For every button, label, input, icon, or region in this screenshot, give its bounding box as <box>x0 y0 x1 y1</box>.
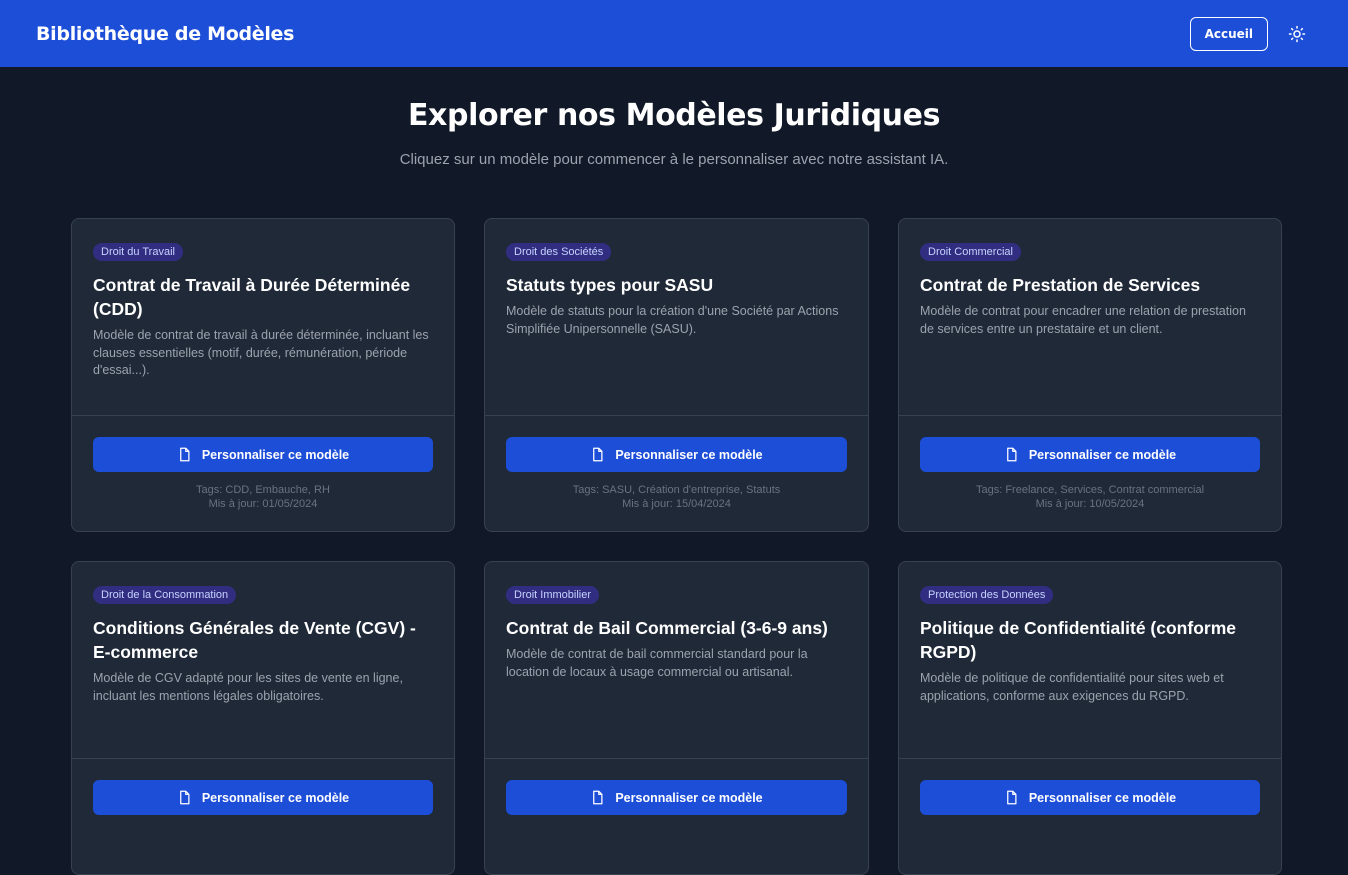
card-body: Droit de la Consommation Conditions Géné… <box>72 562 454 759</box>
card-footer: Personnaliser ce modèle <box>72 759 454 815</box>
card-title: Politique de Confidentialité (conforme R… <box>920 618 1236 662</box>
card-footer: Personnaliser ce modèle <box>485 759 868 815</box>
site-brand[interactable]: Bibliothèque de Modèles <box>36 23 294 45</box>
document-icon <box>1006 790 1017 805</box>
card-footer: Personnaliser ce modèle Tags: SASU, Créa… <box>485 416 868 511</box>
customize-template-label: Personnaliser ce modèle <box>615 790 763 805</box>
card-footer: Personnaliser ce modèle Tags: CDD, Embau… <box>72 416 454 511</box>
card-title: Statuts types pour SASU <box>506 275 714 295</box>
card-description: Modèle de politique de confidentialité p… <box>920 671 1224 703</box>
card-meta: Tags: Freelance, Services, Contrat comme… <box>920 483 1260 511</box>
template-card[interactable]: Protection des Données Politique de Conf… <box>898 561 1282 875</box>
customize-template-button[interactable]: Personnaliser ce modèle <box>506 780 847 815</box>
template-card[interactable]: Droit Commercial Contrat de Prestation d… <box>898 218 1282 532</box>
theme-toggle-button[interactable] <box>1286 23 1308 45</box>
card-description: Modèle de CGV adapté pour les sites de v… <box>93 671 403 703</box>
customize-template-label: Personnaliser ce modèle <box>1028 790 1177 805</box>
document-icon <box>593 790 603 805</box>
template-card[interactable]: Droit Immobilier Contrat de Bail Commerc… <box>484 561 869 875</box>
card-title: Contrat de Prestation de Services <box>920 275 1201 295</box>
customize-template-label: Personnaliser ce modèle <box>615 447 763 462</box>
category-badge: Protection des Données <box>920 586 1054 604</box>
document-icon <box>1006 447 1017 462</box>
card-body: Protection des Données Politique de Conf… <box>899 562 1281 759</box>
document-icon <box>179 790 190 805</box>
card-updated-date: Mis à jour: 01/05/2024 <box>208 498 318 510</box>
page-title: Explorer nos Modèles Juridiques <box>407 98 941 133</box>
card-title: Contrat de Travail à Durée Déterminée (C… <box>93 275 411 319</box>
card-title: Contrat de Bail Commercial (3-6-9 ans) <box>506 618 828 638</box>
card-updated-date: Mis à jour: 10/05/2024 <box>1035 498 1145 510</box>
category-badge: Droit de la Consommation <box>93 586 237 604</box>
card-updated-date: Mis à jour: 15/04/2024 <box>622 498 731 510</box>
template-card[interactable]: Droit de la Consommation Conditions Géné… <box>71 561 455 875</box>
header-actions: Accueil <box>1189 16 1312 51</box>
card-body: Droit Commercial Contrat de Prestation d… <box>899 219 1281 416</box>
customize-template-button[interactable]: Personnaliser ce modèle <box>93 437 433 472</box>
template-card[interactable]: Droit du Travail Contrat de Travail à Du… <box>71 218 455 532</box>
customize-template-label: Personnaliser ce modèle <box>201 447 350 462</box>
card-body: Droit Immobilier Contrat de Bail Commerc… <box>485 562 868 759</box>
customize-template-label: Personnaliser ce modèle <box>201 790 350 805</box>
card-body: Droit du Travail Contrat de Travail à Du… <box>72 219 454 416</box>
card-tags: Tags: Freelance, Services, Contrat comme… <box>975 484 1205 496</box>
document-icon <box>179 447 190 462</box>
customize-template-label: Personnaliser ce modèle <box>1028 447 1177 462</box>
card-title: Conditions Générales de Vente (CGV) - E-… <box>93 618 416 662</box>
customize-template-button[interactable]: Personnaliser ce modèle <box>93 780 433 815</box>
hero-section: Explorer nos Modèles Juridiques Cliquez … <box>0 98 1348 168</box>
category-badge: Droit du Travail <box>93 243 183 261</box>
card-footer: Personnaliser ce modèle <box>899 759 1281 815</box>
page-subtitle: Cliquez sur un modèle pour commencer à l… <box>399 151 949 168</box>
customize-template-button[interactable]: Personnaliser ce modèle <box>920 780 1260 815</box>
category-badge: Droit Commercial <box>920 243 1021 261</box>
template-card[interactable]: Droit des Sociétés Statuts types pour SA… <box>484 218 869 532</box>
card-tags: Tags: CDD, Embauche, RH <box>196 484 330 496</box>
customize-template-button[interactable]: Personnaliser ce modèle <box>920 437 1260 472</box>
card-description: Modèle de contrat de travail à durée dét… <box>93 328 429 377</box>
card-body: Droit des Sociétés Statuts types pour SA… <box>485 219 868 416</box>
category-badge: Droit Immobilier <box>506 586 600 604</box>
card-description: Modèle de contrat pour encadrer une rela… <box>920 304 1246 336</box>
category-badge: Droit des Sociétés <box>506 243 612 261</box>
card-tags: Tags: SASU, Création d'entreprise, Statu… <box>572 484 781 496</box>
card-meta: Tags: CDD, Embauche, RH Mis à jour: 01/0… <box>93 483 433 511</box>
card-description: Modèle de statuts pour la création d'une… <box>506 304 839 336</box>
card-meta: Tags: SASU, Création d'entreprise, Statu… <box>506 483 847 511</box>
card-description: Modèle de contrat de bail commercial sta… <box>506 647 808 679</box>
top-navigation-bar: Bibliothèque de Modèles Accueil <box>0 0 1348 67</box>
card-footer: Personnaliser ce modèle Tags: Freelance,… <box>899 416 1281 511</box>
sun-icon <box>1288 25 1306 42</box>
home-button[interactable]: Accueil <box>1189 16 1268 51</box>
document-icon <box>593 447 603 462</box>
customize-template-button[interactable]: Personnaliser ce modèle <box>506 437 847 472</box>
templates-grid: Droit du Travail Contrat de Travail à Du… <box>71 218 1282 875</box>
